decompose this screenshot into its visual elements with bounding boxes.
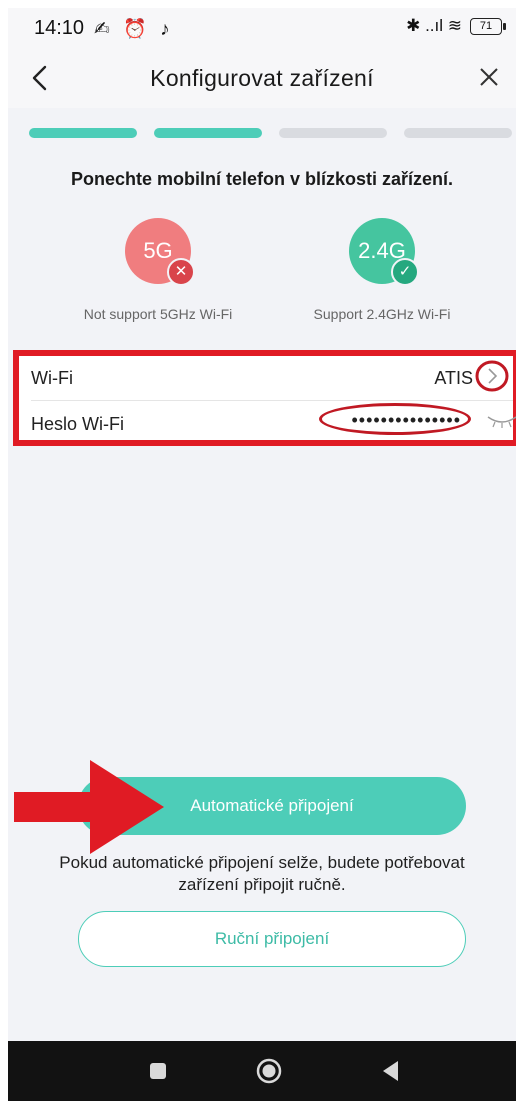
progress-step <box>154 128 262 138</box>
instruction-text: Ponechte mobilní telefon v blízkosti zař… <box>70 169 454 189</box>
band-24g-caption: Support 2.4GHz Wi-Fi <box>313 306 451 322</box>
chevron-right-icon[interactable] <box>475 360 509 392</box>
back-nav-icon[interactable] <box>376 1056 406 1086</box>
status-bar: 14:10 ✍ ⏰ ♪ ✱ ..ıl ≋ 71 <box>8 8 516 48</box>
progress-step <box>279 128 387 138</box>
notification-icons: ✍ ⏰ ♪ <box>94 19 174 40</box>
wifi-password-row: Heslo Wi-Fi ••••••••••••••• <box>19 402 516 444</box>
band-5g-badge: 5G ✕ <box>125 218 195 286</box>
band-5g: 5G ✕ Not support 5GHz Wi-Fi <box>68 218 248 322</box>
band-5g-caption: Not support 5GHz Wi-Fi <box>83 306 233 322</box>
close-icon: ✕ <box>167 258 195 286</box>
status-right: ✱ ..ıl ≋ 71 <box>406 16 506 36</box>
wifi-network-value: ATIS <box>434 368 473 388</box>
wifi-password-label: Heslo Wi-Fi <box>31 414 124 434</box>
manual-connect-button[interactable]: Ruční připojení <box>78 911 466 967</box>
phone-screen: 14:10 ✍ ⏰ ♪ ✱ ..ıl ≋ 71 Konfigurovat zař… <box>8 8 516 1101</box>
step-progress <box>29 128 512 138</box>
arrow-annotation-icon <box>14 760 164 854</box>
eye-closed-icon[interactable] <box>485 413 516 429</box>
battery-icon: 71 <box>470 17 506 35</box>
system-nav-bar <box>8 1041 516 1101</box>
app-header: Konfigurovat zařízení <box>8 48 516 108</box>
auto-connect-note: Pokud automatické připojení selže, budet… <box>59 853 465 894</box>
check-icon: ✓ <box>391 258 419 286</box>
close-icon[interactable] <box>474 62 504 92</box>
wifi-network-row[interactable]: Wi-Fi ATIS <box>19 356 513 401</box>
recents-icon[interactable] <box>143 1056 173 1086</box>
row-divider <box>31 400 513 401</box>
wifi-network-label: Wi-Fi <box>31 368 73 388</box>
wifi-settings-card: Wi-Fi ATIS Heslo Wi-Fi ••••••••••••••• <box>13 350 516 446</box>
wifi-password-input[interactable]: ••••••••••••••• <box>351 410 461 431</box>
home-icon[interactable] <box>254 1056 284 1086</box>
band-5g-label: 5G <box>143 238 173 263</box>
status-time: 14:10 <box>34 17 85 39</box>
signal-icons: ✱ ..ıl ≋ <box>406 16 462 35</box>
band-24g: 2.4G ✓ Support 2.4GHz Wi-Fi <box>292 218 472 322</box>
page-title: Konfigurovat zařízení <box>150 65 374 91</box>
progress-step <box>404 128 512 138</box>
band-24g-badge: 2.4G ✓ <box>349 218 419 286</box>
progress-step <box>29 128 137 138</box>
